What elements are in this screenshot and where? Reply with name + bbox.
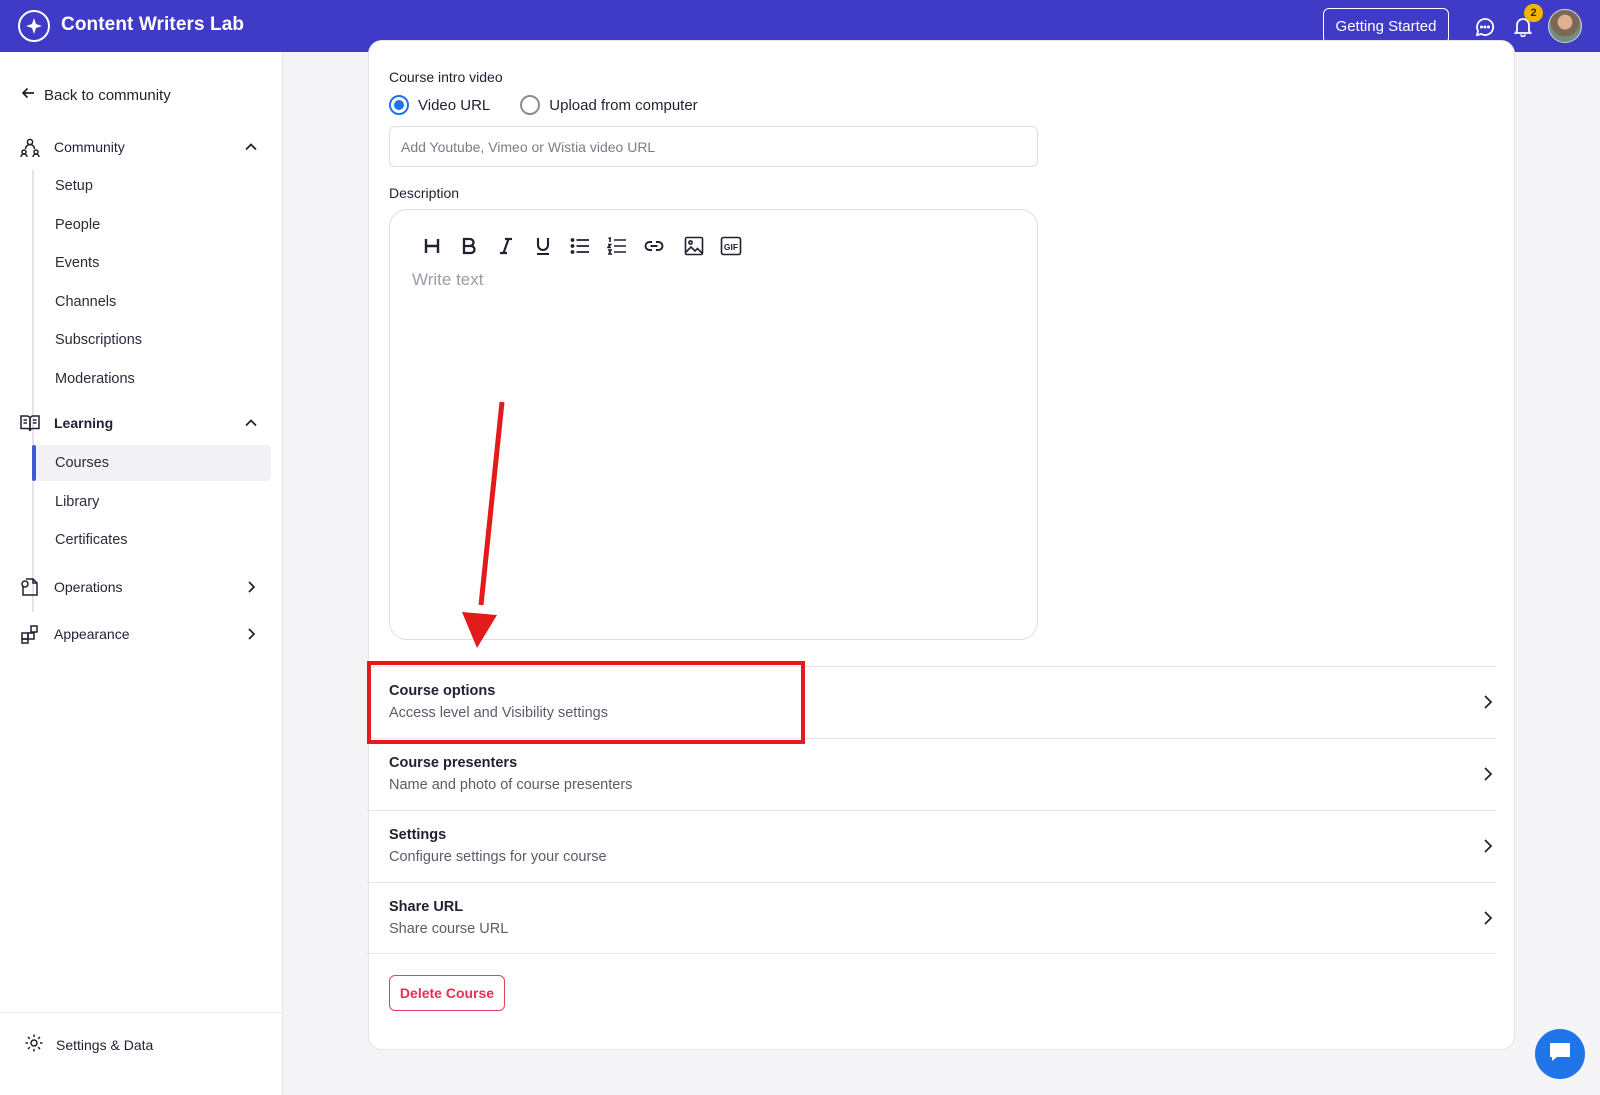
settings-data-link[interactable]: Settings & Data (24, 1033, 153, 1056)
intro-video-label: Course intro video (389, 69, 503, 85)
community-label: Community (54, 139, 125, 155)
annotation-highlight-box (367, 661, 805, 744)
sidebar-item-people[interactable]: People (34, 207, 271, 243)
operations-label: Operations (54, 579, 123, 595)
radio-upload-control[interactable] (520, 95, 541, 115)
course-settings-title: Settings (389, 827, 447, 843)
radio-upload-computer[interactable]: Upload from computer (520, 95, 698, 115)
sidebar-item-setup[interactable]: Setup (34, 168, 271, 204)
appearance-icon (18, 622, 42, 646)
share-url-subtitle: Share course URL (389, 921, 509, 937)
editor-placeholder: Write text (412, 270, 484, 289)
video-url-input[interactable] (389, 126, 1038, 167)
radio-video-url-label: Video URL (418, 96, 491, 114)
heading-icon[interactable] (420, 234, 444, 258)
course-presenters-title: Course presenters (389, 755, 518, 771)
book-icon (18, 411, 42, 435)
chevron-up-icon[interactable] (243, 415, 259, 431)
intro-video-source-radios: Video URL Upload from computer (389, 95, 698, 115)
radio-video-url-control[interactable] (389, 95, 409, 115)
learning-label: Learning (54, 415, 114, 431)
sidebar-item-subscriptions[interactable]: Subscriptions (34, 322, 271, 358)
chevron-right-icon (1480, 764, 1496, 784)
sidebar-item-channels[interactable]: Channels (34, 284, 271, 320)
gif-icon[interactable]: GIF (719, 234, 743, 258)
chevron-right-icon[interactable] (243, 626, 259, 642)
gear-icon (24, 1033, 44, 1056)
italic-icon[interactable] (494, 234, 518, 258)
chat-icon[interactable] (1474, 16, 1496, 38)
radio-video-url[interactable]: Video URL (389, 95, 490, 115)
course-settings-subtitle: Configure settings for your course (389, 849, 607, 865)
sidebar-section-appearance[interactable]: Appearance (18, 619, 265, 649)
arrow-left-icon (20, 85, 36, 105)
support-chat-button[interactable] (1535, 1029, 1585, 1079)
sidebar-section-learning[interactable]: Learning (18, 408, 265, 438)
annotation-arrow (462, 401, 505, 648)
chevron-right-icon (1480, 908, 1496, 928)
sidebar-section-operations[interactable]: Operations (18, 572, 265, 602)
chevron-up-icon[interactable] (243, 139, 259, 155)
image-icon[interactable] (682, 234, 706, 258)
delete-course-button[interactable]: Delete Course (389, 975, 505, 1011)
settings-data-label: Settings & Data (56, 1036, 154, 1053)
course-presenters-subtitle: Name and photo of course presenters (389, 777, 633, 793)
chevron-right-icon[interactable] (243, 579, 259, 595)
link-icon[interactable] (642, 234, 666, 258)
notification-badge: 2 (1524, 4, 1543, 22)
course-settings-row[interactable]: Settings Configure settings for your cou… (366, 810, 1496, 882)
back-to-community-link[interactable]: Back to community (20, 85, 171, 105)
sidebar-item-moderations[interactable]: Moderations (34, 361, 271, 397)
sidebar-item-library[interactable]: Library (34, 484, 271, 520)
share-url-row[interactable]: Share URL Share course URL (366, 882, 1496, 954)
numbered-list-icon[interactable] (605, 234, 629, 258)
radio-upload-label: Upload from computer (549, 96, 698, 114)
divider (366, 953, 1496, 954)
bullet-list-icon[interactable] (568, 234, 592, 258)
editor-toolbar: GIF (420, 234, 756, 258)
sidebar-item-events[interactable]: Events (34, 245, 271, 281)
avatar[interactable] (1548, 9, 1582, 43)
chevron-right-icon (1480, 836, 1496, 856)
share-url-title: Share URL (389, 899, 464, 915)
community-icon (18, 135, 42, 159)
chevron-right-icon (1480, 692, 1496, 712)
sidebar: Back to community Community Setup People… (0, 52, 283, 1095)
getting-started-button[interactable]: Getting Started (1323, 8, 1449, 44)
operations-icon (18, 575, 42, 599)
sidebar-item-certificates[interactable]: Certificates (34, 522, 271, 558)
logo-icon[interactable] (18, 10, 50, 42)
community-name[interactable]: Content Writers Lab (61, 14, 244, 36)
underline-icon[interactable] (531, 234, 555, 258)
course-presenters-row[interactable]: Course presenters Name and photo of cour… (366, 738, 1496, 810)
chat-bubble-icon (1547, 1039, 1573, 1070)
appearance-label: Appearance (54, 626, 130, 642)
svg-text:GIF: GIF (724, 242, 738, 252)
bold-icon[interactable] (457, 234, 481, 258)
sidebar-footer: Settings & Data (0, 1012, 283, 1095)
description-label: Description (389, 185, 460, 201)
sidebar-section-community[interactable]: Community (18, 132, 265, 162)
back-label: Back to community (44, 86, 171, 104)
sidebar-item-courses[interactable]: Courses (32, 445, 271, 481)
